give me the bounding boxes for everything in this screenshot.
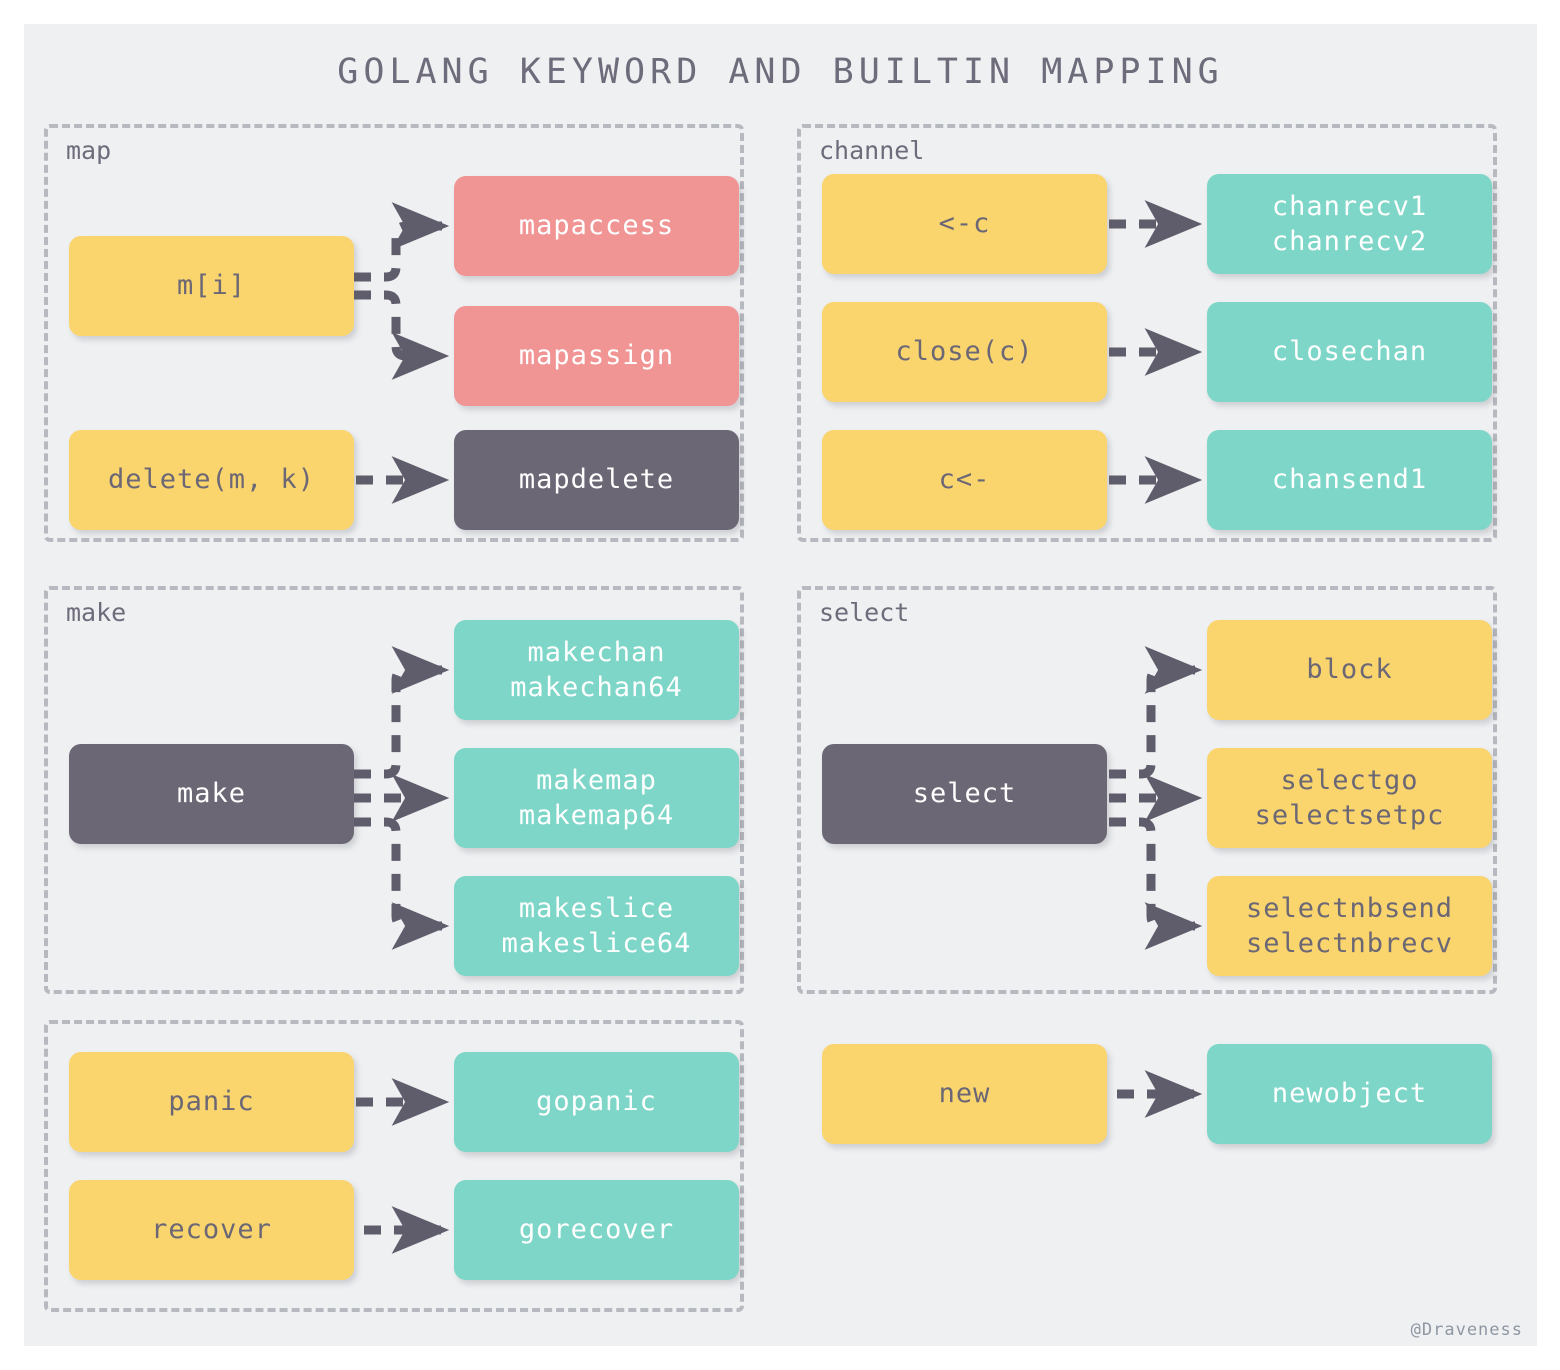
diagram-canvas: GOLANG KEYWORD AND BUILTIN MAPPING map m… (24, 24, 1537, 1346)
connectors-new (1117, 1070, 1203, 1118)
watermark: @Draveness (1410, 1320, 1523, 1340)
